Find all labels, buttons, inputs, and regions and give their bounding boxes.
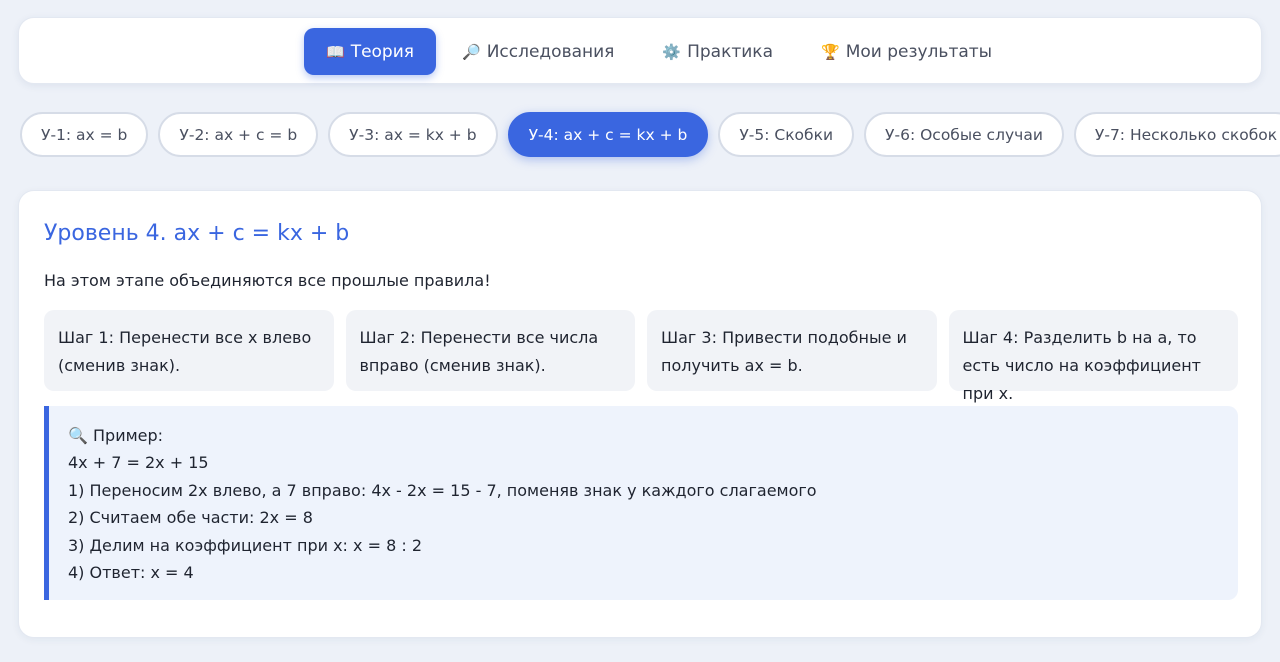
tab-research-label: Исследования [486, 41, 615, 62]
theory-card: Уровень 4. ax + c = kx + b На этом этапе… [18, 190, 1262, 638]
tab-practice[interactable]: ⚙️ Практика [640, 28, 795, 75]
tab-theory-label: Теория [350, 41, 414, 62]
example-equation: 4x + 7 = 2x + 15 [68, 453, 209, 473]
tab-theory[interactable]: 📖 Теория [304, 28, 436, 75]
gear-icon: ⚙️ [662, 42, 682, 61]
level-button-1[interactable]: У-1: ax = b [20, 112, 149, 157]
step-card-1: Шаг 1: Перенести все x влево (сменив зна… [44, 310, 334, 391]
top-navigation: 📖 Теория 🔎 Исследования ⚙️ Практика 🏆 Мо… [18, 17, 1262, 84]
nav-tabs: 📖 Теория 🔎 Исследования ⚙️ Практика 🏆 Мо… [304, 28, 1014, 75]
level-title: Уровень 4. ax + c = kx + b [44, 221, 350, 246]
example-step-2: 2) Считаем обе части: 2x = 8 [68, 508, 313, 528]
example-heading-label: Пример: [93, 426, 164, 445]
example-box: 🔍 Пример: 4x + 7 = 2x + 15 1) Переносим … [44, 406, 1238, 600]
step-card-3: Шаг 3: Привести подобные и получить ax =… [647, 310, 937, 391]
example-heading: 🔍 Пример: [68, 422, 1238, 449]
level-button-5[interactable]: У-5: Скобки [718, 112, 855, 157]
level-button-7[interactable]: У-7: Несколько скобок [1073, 112, 1280, 157]
level-button-2[interactable]: У-2: ax + c = b [158, 112, 319, 157]
trophy-icon: 🏆 [821, 42, 840, 61]
level-selector: У-1: ax = b У-2: ax + c = b У-3: ax = kx… [20, 112, 1280, 158]
book-icon: 📖 [326, 42, 345, 61]
magnifier-icon: 🔍 [68, 426, 88, 445]
tab-results-label: Мои результаты [845, 41, 993, 62]
level-button-6[interactable]: У-6: Особые случаи [864, 112, 1064, 157]
level-intro: На этом этапе объединяются все прошлые п… [44, 271, 491, 290]
example-answer: 4) Ответ: x = 4 [68, 563, 194, 583]
magnifier-icon: 🔎 [462, 42, 481, 61]
tab-research[interactable]: 🔎 Исследования [440, 28, 636, 75]
level-button-3[interactable]: У-3: ax = kx + b [328, 112, 498, 157]
level-button-4[interactable]: У-4: ax + c = kx + b [507, 112, 709, 157]
step-card-4: Шаг 4: Разделить b на a, то есть число н… [948, 310, 1238, 403]
steps-row: Шаг 1: Перенести все x влево (сменив зна… [44, 310, 1238, 403]
example-step-1: 1) Переносим 2x влево, а 7 вправо: 4x - … [68, 480, 817, 500]
tab-practice-label: Практика [687, 41, 773, 62]
step-card-2: Шаг 2: Перенести все числа вправо (смени… [345, 310, 635, 391]
example-step-3: 3) Делим на коэффициент при x: x = 8 : 2 [68, 535, 422, 555]
tab-results[interactable]: 🏆 Мои результаты [799, 28, 1014, 75]
